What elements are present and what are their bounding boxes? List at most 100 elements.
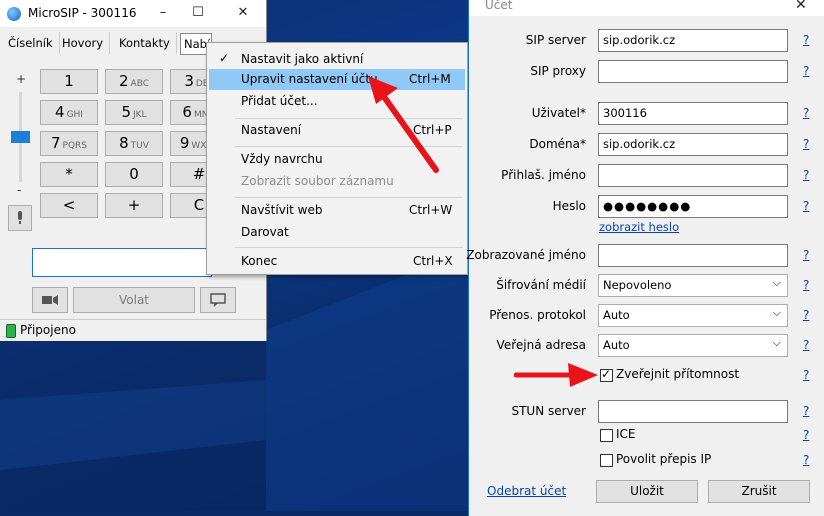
- close-button[interactable]: ✕: [228, 3, 258, 23]
- dialpad-key-7[interactable]: 7 PQRS: [40, 131, 98, 156]
- sip-server-label: SIP server: [525, 33, 586, 47]
- ice-checkbox[interactable]: [600, 429, 613, 442]
- sip-server-input[interactable]: sip.odorik.cz: [598, 29, 788, 52]
- dialpad-key-5[interactable]: 5 JKL: [105, 100, 163, 125]
- menu-item-label: Vždy navrchu: [241, 152, 323, 166]
- allow-ip-rewrite-help-link[interactable]: ?: [803, 453, 809, 467]
- cancel-button[interactable]: Zrušit: [708, 480, 810, 503]
- message-icon: [210, 293, 226, 307]
- chevron-down-icon: ⌵: [772, 276, 781, 289]
- dialpad-key-8[interactable]: 8 TUV: [105, 131, 163, 156]
- dialpad-key-star[interactable]: *: [40, 162, 98, 187]
- login-name-help-link[interactable]: ?: [803, 168, 809, 182]
- publish-presence-checkbox[interactable]: ✓: [600, 367, 613, 382]
- dialpad-key-2[interactable]: 2 ABC: [105, 69, 163, 94]
- message-button[interactable]: [200, 287, 236, 313]
- call-button[interactable]: Volat: [73, 287, 195, 313]
- public-address-help-link[interactable]: ?: [803, 338, 809, 352]
- volume-plus-label: +: [16, 72, 27, 86]
- sip-proxy-input[interactable]: [598, 60, 788, 83]
- account-close-button[interactable]: ✕: [795, 0, 807, 13]
- user-help-link[interactable]: ?: [803, 106, 809, 120]
- dialpad-key-1[interactable]: 1: [40, 69, 98, 94]
- red-arrow-annotation-icon: [368, 76, 439, 173]
- menu-item-label: Nastavení: [241, 123, 302, 137]
- dialpad-key-digit: 2: [118, 72, 129, 90]
- dialpad-key-letters: PQRS: [62, 141, 88, 151]
- password-input[interactable]: ●●●●●●●●: [598, 195, 788, 218]
- account-dialog-title: Účet: [485, 0, 513, 12]
- dialpad-key-digit: 0: [129, 165, 139, 183]
- domain-input[interactable]: sip.odorik.cz: [598, 133, 788, 156]
- display-name-help-link[interactable]: ?: [803, 248, 809, 262]
- menu-item-label: Konec: [241, 254, 278, 268]
- media-encryption-help-link[interactable]: ?: [803, 278, 809, 292]
- dialpad-key-letters: GHI: [66, 110, 83, 120]
- chevron-down-icon: ⌵: [772, 306, 781, 319]
- display-name-input[interactable]: [598, 244, 788, 267]
- maximize-button[interactable]: ☐: [183, 3, 213, 23]
- number-input[interactable]: [32, 248, 212, 277]
- minimize-button[interactable]: –: [148, 3, 178, 23]
- microsip-titlebar: MicroSIP - 300116 – ☐ ✕: [0, 0, 266, 27]
- menu-item-label: Darovat: [241, 225, 289, 239]
- media-encryption-value: Nepovoleno: [603, 278, 672, 292]
- media-encryption-select[interactable]: Nepovoleno ⌵: [598, 274, 788, 297]
- menu-item-donate[interactable]: Darovat: [209, 222, 465, 243]
- menu-item-label: Navštívit web: [241, 203, 323, 217]
- domain-help-link[interactable]: ?: [803, 137, 809, 151]
- checkmark-icon: ✓: [219, 51, 230, 65]
- microphone-button[interactable]: [8, 205, 32, 231]
- allow-ip-rewrite-checkbox[interactable]: [600, 454, 613, 467]
- dialpad-key-digit: 1: [64, 72, 74, 90]
- stun-server-input[interactable]: [598, 400, 788, 423]
- transport-help-link[interactable]: ?: [803, 308, 809, 322]
- tab-dialpad[interactable]: Číselník: [2, 32, 60, 54]
- transport-select[interactable]: Auto ⌵: [598, 304, 788, 327]
- video-camera-icon: [42, 295, 58, 305]
- sip-server-value: sip.odorik.cz: [603, 33, 676, 47]
- dialpad-key-digit: +: [127, 196, 141, 214]
- dialpad-key-letters: JKL: [132, 110, 147, 120]
- video-call-button[interactable]: [32, 287, 68, 313]
- user-input[interactable]: 300116: [598, 102, 788, 125]
- publish-presence-help-link[interactable]: ?: [803, 368, 809, 382]
- ice-help-link[interactable]: ?: [803, 428, 809, 442]
- volume-minus-label: -: [17, 183, 22, 197]
- dialpad-key-backspace[interactable]: <: [40, 193, 98, 218]
- sip-server-help-link[interactable]: ?: [803, 33, 809, 47]
- dialpad-key-digit: *: [65, 165, 73, 183]
- dialpad-key-digit: #: [192, 165, 206, 183]
- remove-account-link[interactable]: Odebrat účet: [487, 484, 566, 498]
- account-titlebar: Účet ✕: [469, 0, 824, 16]
- login-name-input[interactable]: [598, 164, 788, 187]
- dialpad-key-letters: ABC: [130, 79, 149, 89]
- show-password-link[interactable]: zobrazit heslo: [599, 220, 679, 234]
- tab-contacts[interactable]: Kontakty: [113, 32, 177, 54]
- dialpad-key-digit: 3: [184, 72, 194, 90]
- ice-label: ICE: [616, 427, 636, 441]
- account-dialog: Účet ✕ SIP server sip.odorik.cz ? SIP pr…: [466, 0, 824, 516]
- volume-slider-handle[interactable]: [11, 131, 30, 143]
- stun-server-label: STUN server: [511, 404, 586, 418]
- public-address-select[interactable]: Auto ⌵: [598, 334, 788, 357]
- publish-presence-label: Zveřejnit přítomnost: [616, 367, 740, 381]
- password-help-link[interactable]: ?: [803, 199, 809, 213]
- save-button[interactable]: Uložit: [596, 480, 698, 503]
- domain-value: sip.odorik.cz: [603, 137, 676, 151]
- stun-server-help-link[interactable]: ?: [803, 404, 809, 418]
- dialpad-key-digit: <: [62, 196, 76, 214]
- sip-proxy-help-link[interactable]: ?: [803, 64, 809, 78]
- dialpad-key-0[interactable]: 0: [105, 162, 163, 187]
- menu-item-label: Nastavit jako aktivní: [241, 52, 364, 66]
- dialpad-key-digit: 7: [50, 134, 61, 152]
- microphone-icon: [18, 211, 22, 224]
- status-bar: Připojeno: [0, 319, 266, 341]
- dialpad-key-4[interactable]: 4 GHI: [40, 100, 98, 125]
- display-name-label: Zobrazované jméno: [466, 248, 586, 262]
- microsip-app-icon: [7, 7, 21, 21]
- tab-calls[interactable]: Hovory: [56, 32, 111, 54]
- menu-separator: [235, 197, 463, 198]
- dialpad-key-plus[interactable]: +: [105, 193, 163, 218]
- media-encryption-label: Šifrování médií: [496, 278, 586, 292]
